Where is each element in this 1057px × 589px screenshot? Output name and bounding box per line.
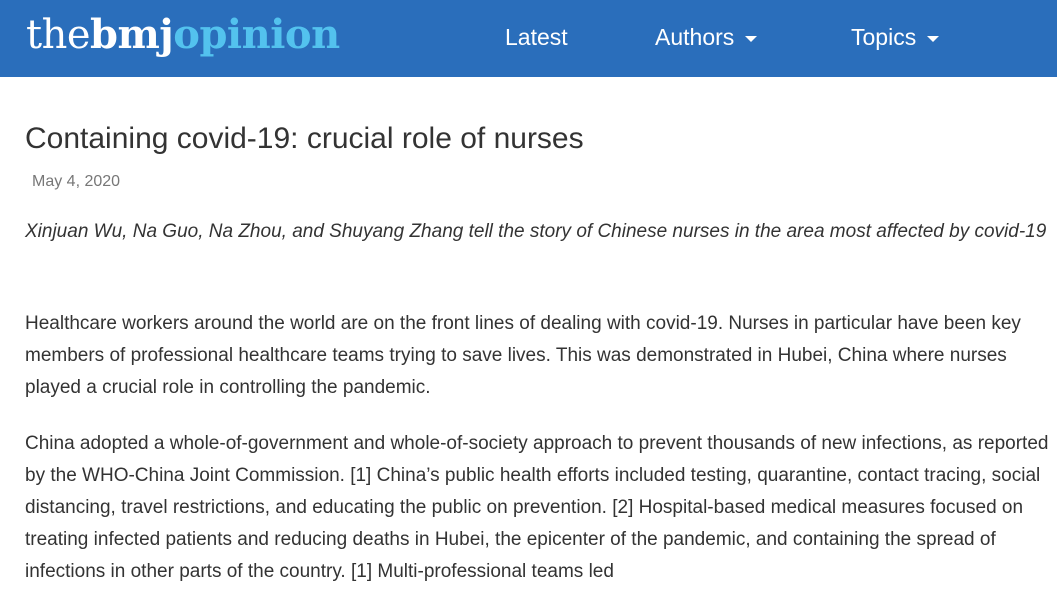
bmj-opinion-logo[interactable]: the bmj opinion: [26, 10, 340, 60]
logo-bmj: bmj: [90, 11, 174, 58]
logo-the: the: [26, 12, 91, 58]
site-header: the bmj opinion Latest Authors Topics: [0, 0, 1057, 77]
nav-topics-dropdown[interactable]: Topics: [851, 20, 940, 54]
caret-down-icon: [927, 35, 940, 42]
article-paragraph: Healthcare workers around the world are …: [25, 313, 1021, 398]
nav-authors-label: Authors: [655, 24, 735, 50]
caret-down-icon: [745, 35, 758, 42]
article-paragraph: China adopted a whole-of-government and …: [25, 433, 1049, 582]
nav-authors-dropdown[interactable]: Authors: [655, 20, 758, 54]
nav-latest[interactable]: Latest: [505, 20, 568, 54]
nav-topics-label: Topics: [851, 24, 917, 50]
article-date: May 4, 2020: [32, 173, 121, 190]
article-title: Containing covid-19: crucial role of nur…: [25, 122, 584, 155]
article-standfirst: Xinjuan Wu, Na Guo, Na Zhou, and Shuyang…: [25, 221, 1047, 242]
logo-opinion: opinion: [173, 11, 340, 58]
nav-latest-label: Latest: [505, 24, 568, 50]
